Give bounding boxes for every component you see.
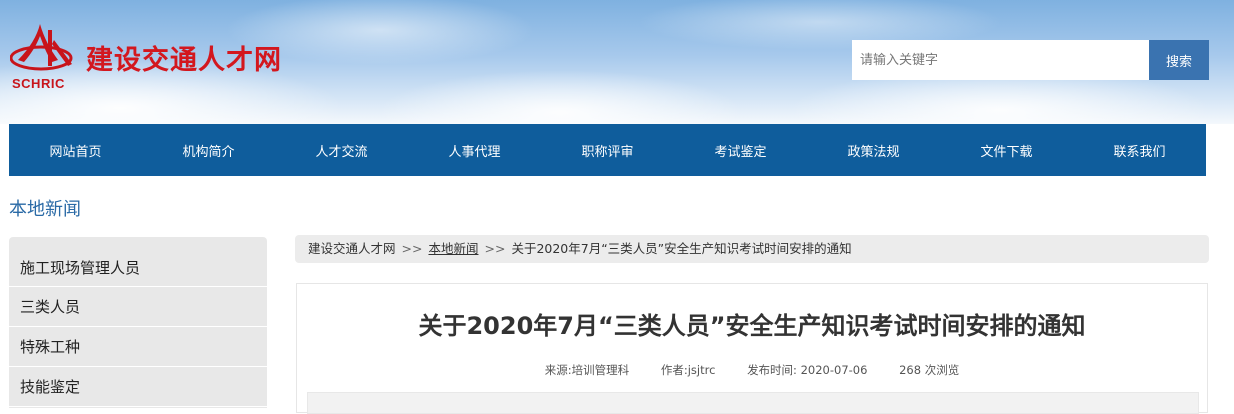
main-nav: 网站首页 机构简介 人才交流 人事代理 职称评审 考试鉴定 政策法规 文件下载 …	[9, 124, 1206, 176]
nav-item-home[interactable]: 网站首页	[9, 124, 142, 176]
section-title: 本地新闻	[9, 199, 81, 220]
sidebar-item-three-types[interactable]: 三类人员	[9, 287, 267, 327]
search-button[interactable]: 搜索	[1149, 40, 1209, 80]
nav-item-personnel-agency[interactable]: 人事代理	[408, 124, 541, 176]
article-panel: 关于2020年7月“三类人员”安全生产知识考试时间安排的通知 来源:培训管理科 …	[296, 283, 1208, 414]
nav-item-talent-exchange[interactable]: 人才交流	[275, 124, 408, 176]
search-bar: 搜索	[852, 40, 1209, 80]
sidebar-item-skill-appraisal[interactable]: 技能鉴定	[9, 367, 267, 407]
nav-item-downloads[interactable]: 文件下载	[940, 124, 1073, 176]
article-view-count: 268 次浏览	[899, 363, 960, 377]
breadcrumb-separator: >>	[401, 241, 423, 256]
nav-item-policies[interactable]: 政策法规	[807, 124, 940, 176]
breadcrumb: 建设交通人才网 >> 本地新闻 >> 关于2020年7月“三类人员”安全生产知识考试时间…	[295, 235, 1209, 263]
breadcrumb-home[interactable]: 建设交通人才网	[308, 241, 396, 256]
search-input[interactable]	[852, 40, 1149, 80]
article-author: 作者:jsjtrc	[660, 363, 716, 377]
sidebar-item-site-managers[interactable]: 施工现场管理人员	[9, 237, 267, 287]
logo-chinese-text: 建设交通人才网	[86, 45, 282, 76]
nav-item-contact[interactable]: 联系我们	[1073, 124, 1206, 176]
header-banner: SCHRIC 建设交通人才网 搜索	[0, 0, 1234, 124]
site-logo[interactable]: SCHRIC 建设交通人才网	[10, 22, 310, 94]
nav-item-about[interactable]: 机构简介	[142, 124, 275, 176]
article-published-date: 发布时间: 2020-07-06	[747, 363, 868, 377]
article-content-bar	[307, 392, 1199, 414]
breadcrumb-category[interactable]: 本地新闻	[428, 241, 478, 256]
logo-emblem-icon	[10, 24, 73, 71]
breadcrumb-current: 关于2020年7月“三类人员”安全生产知识考试时间安排的通知	[511, 241, 852, 256]
article-title: 关于2020年7月“三类人员”安全生产知识考试时间安排的通知	[418, 312, 1086, 340]
sidebar-item-special-trades[interactable]: 特殊工种	[9, 327, 267, 367]
sidebar: 施工现场管理人员 三类人员 特殊工种 技能鉴定	[9, 237, 267, 408]
nav-item-exam-appraisal[interactable]: 考试鉴定	[674, 124, 807, 176]
article-source: 来源:培训管理科	[544, 363, 630, 377]
nav-item-title-review[interactable]: 职称评审	[541, 124, 674, 176]
breadcrumb-separator: >>	[484, 241, 506, 256]
article-meta: 来源:培训管理科 作者:jsjtrc 发布时间: 2020-07-06 268 …	[297, 362, 1207, 378]
logo-english-text: SCHRIC	[12, 76, 65, 91]
